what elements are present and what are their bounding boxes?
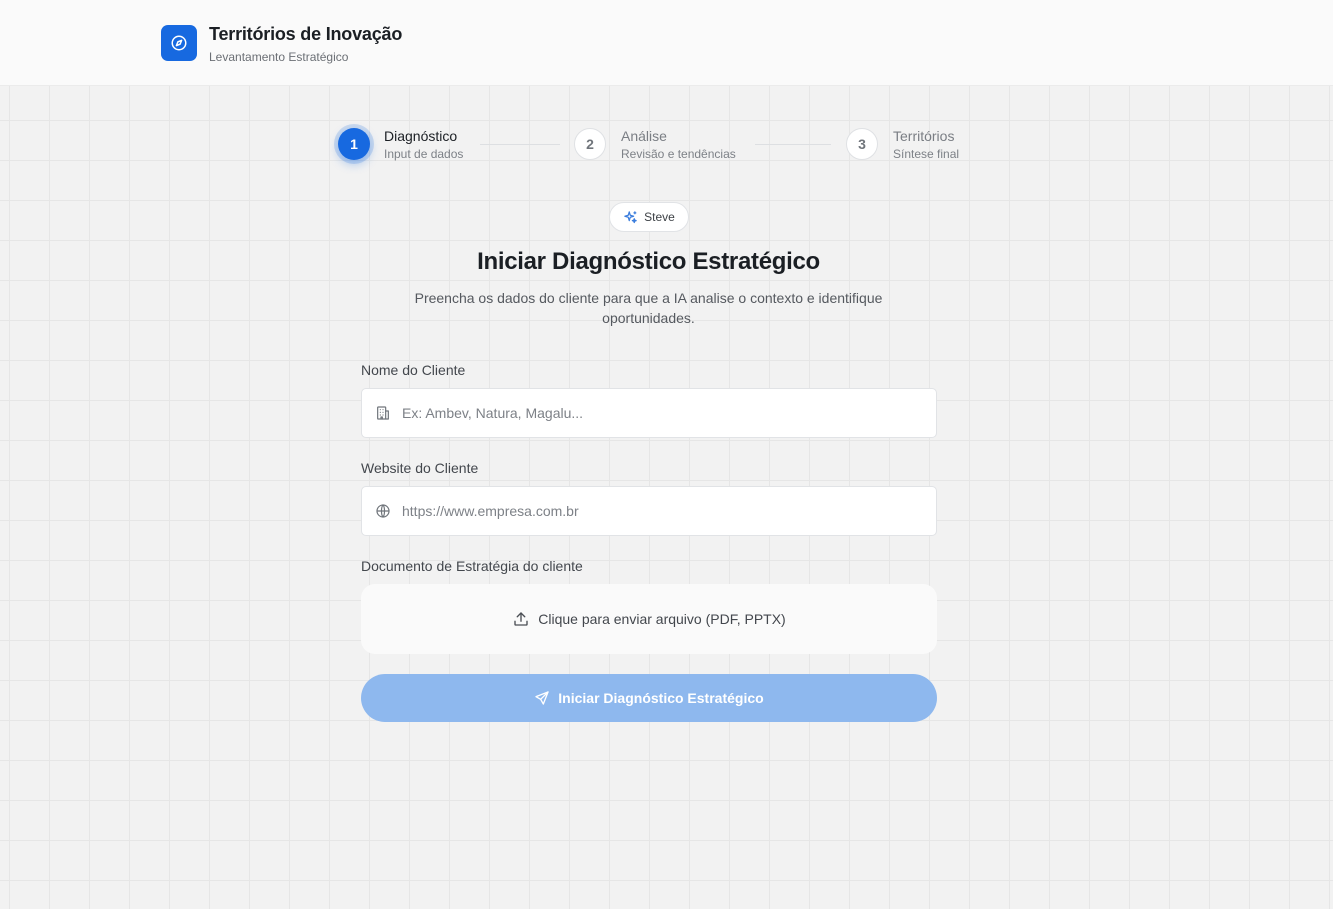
client-name-field[interactable] — [361, 388, 937, 438]
agent-badge: Steve — [609, 202, 689, 232]
upload-icon — [512, 610, 530, 628]
sparkles-icon — [623, 210, 638, 225]
step-3-description: Síntese final — [893, 147, 960, 161]
send-icon — [534, 690, 550, 706]
client-website-label: Website do Cliente — [361, 460, 479, 476]
step-2-description: Revisão e tendências — [621, 147, 736, 161]
start-diagnostic-button[interactable]: Iniciar Diagnóstico Estratégico — [361, 674, 937, 722]
upload-text: Clique para enviar arquivo (PDF, PPTX) — [538, 611, 786, 627]
page-description: Preencha os dados do cliente para que a … — [414, 290, 883, 326]
compass-icon — [170, 34, 188, 52]
step-3-indicator[interactable]: 3 — [846, 128, 878, 160]
strategy-document-label: Documento de Estratégia do cliente — [361, 558, 583, 574]
building-icon — [375, 405, 391, 421]
app-title: Territórios de Inovação — [209, 24, 403, 44]
step-1-indicator[interactable]: 1 — [338, 128, 370, 160]
step-2-label: Análise — [621, 128, 667, 144]
client-name-input[interactable] — [402, 389, 922, 437]
app-logo — [161, 25, 197, 61]
step-2-indicator[interactable]: 2 — [574, 128, 606, 160]
step-connector — [480, 144, 560, 145]
file-upload-dropzone[interactable]: Clique para enviar arquivo (PDF, PPTX) — [361, 584, 937, 654]
page-title: Iniciar Diagnóstico Estratégico — [477, 248, 820, 275]
step-connector — [755, 144, 831, 145]
step-3-label: Territórios — [893, 128, 955, 144]
client-website-input[interactable] — [402, 487, 922, 535]
app-subtitle: Levantamento Estratégico — [209, 50, 349, 64]
step-1-description: Input de dados — [384, 147, 464, 161]
app-header: Territórios de Inovação Levantamento Est… — [0, 0, 1333, 86]
client-name-label: Nome do Cliente — [361, 362, 466, 378]
start-diagnostic-label: Iniciar Diagnóstico Estratégico — [558, 690, 764, 706]
step-1-label: Diagnóstico — [384, 128, 458, 144]
client-website-field[interactable] — [361, 486, 937, 536]
agent-name: Steve — [644, 210, 675, 224]
globe-icon — [375, 503, 391, 519]
